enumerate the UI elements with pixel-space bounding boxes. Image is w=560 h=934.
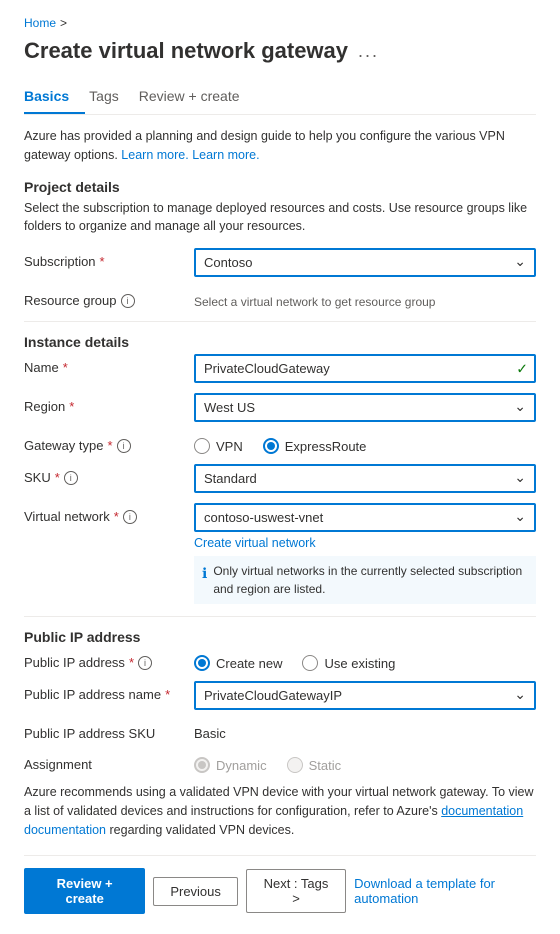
public-ip-name-label: Public IP address name *: [24, 681, 194, 702]
public-ip-name-row: Public IP address name * PrivateCloudGat…: [24, 681, 536, 710]
assignment-dynamic-radio: [194, 757, 210, 773]
disclaimer-link2[interactable]: documentation: [24, 823, 106, 837]
next-button[interactable]: Next : Tags >: [246, 869, 346, 913]
public-ip-required: *: [129, 655, 134, 670]
gateway-type-expressroute-radio[interactable]: [263, 438, 279, 454]
footer-bar: Review + create Previous Next : Tags > D…: [24, 855, 536, 918]
public-ip-sku-control: Basic: [194, 720, 536, 741]
download-template-link[interactable]: Download a template for automation: [354, 876, 536, 906]
project-details-desc: Select the subscription to manage deploy…: [24, 199, 536, 237]
resource-group-label: Resource group i: [24, 287, 194, 308]
tab-tags[interactable]: Tags: [89, 80, 135, 114]
sku-control: Standard: [194, 464, 536, 493]
previous-button[interactable]: Previous: [153, 877, 238, 906]
breadcrumb-home[interactable]: Home: [24, 16, 56, 30]
section-instance-details: Instance details: [24, 334, 536, 350]
vnet-info-icon[interactable]: i: [123, 510, 137, 524]
public-ip-name-control: PrivateCloudGatewayIP: [194, 681, 536, 710]
vnet-control: contoso-uswest-vnet Create virtual netwo…: [194, 503, 536, 604]
name-input[interactable]: [194, 354, 536, 383]
tabs-bar: Basics Tags Review + create: [24, 80, 536, 115]
sku-label: SKU * i: [24, 464, 194, 485]
breadcrumb-separator: >: [60, 16, 67, 30]
learn-more-link[interactable]: Learn more.: [121, 148, 188, 162]
name-valid-icon: ✓: [516, 360, 528, 377]
tab-basics[interactable]: Basics: [24, 80, 85, 114]
disclaimer-link[interactable]: documentation: [441, 804, 523, 818]
divider-2: [24, 616, 536, 617]
ellipsis-button[interactable]: ...: [358, 41, 379, 62]
gateway-type-vpn-radio[interactable]: [194, 438, 210, 454]
assignment-label: Assignment: [24, 751, 194, 772]
gateway-type-control: VPN ExpressRoute: [194, 432, 536, 454]
divider-1: [24, 321, 536, 322]
assignment-static-radio: [287, 757, 303, 773]
vnet-note: ℹ Only virtual networks in the currently…: [194, 556, 536, 604]
public-ip-create-new-option[interactable]: Create new: [194, 655, 282, 671]
public-ip-create-new-radio[interactable]: [194, 655, 210, 671]
disclaimer: Azure recommends using a validated VPN d…: [24, 783, 536, 839]
public-ip-radio-group: Create new Use existing: [194, 649, 536, 671]
section-project-details: Project details: [24, 179, 536, 195]
gateway-type-radio-group: VPN ExpressRoute: [194, 432, 536, 454]
resource-group-helper: Select a virtual network to get resource…: [194, 289, 536, 309]
public-ip-use-existing-option[interactable]: Use existing: [302, 655, 395, 671]
name-label: Name *: [24, 354, 194, 375]
public-ip-name-select[interactable]: PrivateCloudGatewayIP: [194, 681, 536, 710]
assignment-static-option: Static: [287, 757, 342, 773]
public-ip-sku-value: Basic: [194, 720, 536, 741]
gateway-type-label: Gateway type * i: [24, 432, 194, 453]
tab-review-create[interactable]: Review + create: [139, 80, 256, 114]
section-public-ip: Public IP address: [24, 629, 536, 645]
assignment-dynamic-option: Dynamic: [194, 757, 267, 773]
gateway-type-required: *: [108, 438, 113, 453]
public-ip-row: Public IP address * i Create new Use exi…: [24, 649, 536, 671]
page-title: Create virtual network gateway: [24, 38, 348, 64]
gateway-type-info-icon[interactable]: i: [117, 439, 131, 453]
gateway-type-vpn-option[interactable]: VPN: [194, 438, 243, 454]
subscription-row: Subscription * Contoso: [24, 248, 536, 277]
region-row: Region * West US: [24, 393, 536, 422]
sku-info-icon[interactable]: i: [64, 471, 78, 485]
review-create-button[interactable]: Review + create: [24, 868, 145, 914]
region-select[interactable]: West US: [194, 393, 536, 422]
vnet-required: *: [114, 509, 119, 524]
region-control: West US: [194, 393, 536, 422]
vnet-label: Virtual network * i: [24, 503, 194, 524]
resource-group-control: Select a virtual network to get resource…: [194, 287, 536, 309]
public-ip-control: Create new Use existing: [194, 649, 536, 671]
gateway-type-expressroute-option[interactable]: ExpressRoute: [263, 438, 367, 454]
assignment-control: Dynamic Static: [194, 751, 536, 773]
resource-group-row: Resource group i Select a virtual networ…: [24, 287, 536, 309]
create-vnet-link[interactable]: Create virtual network: [194, 536, 536, 550]
public-ip-sku-label: Public IP address SKU: [24, 720, 194, 741]
breadcrumb: Home >: [24, 16, 536, 30]
public-ip-label: Public IP address * i: [24, 649, 194, 670]
info-banner: Azure has provided a planning and design…: [24, 127, 536, 165]
region-required: *: [69, 399, 74, 414]
public-ip-use-existing-radio[interactable]: [302, 655, 318, 671]
subscription-label: Subscription *: [24, 248, 194, 269]
name-control: ✓: [194, 354, 536, 383]
gateway-type-row: Gateway type * i VPN ExpressRoute: [24, 432, 536, 454]
vnet-note-icon: ℹ: [202, 563, 207, 584]
public-ip-name-required: *: [165, 687, 170, 702]
assignment-row: Assignment Dynamic Static: [24, 751, 536, 773]
assignment-radio-group: Dynamic Static: [194, 751, 536, 773]
sku-select[interactable]: Standard: [194, 464, 536, 493]
public-ip-sku-row: Public IP address SKU Basic: [24, 720, 536, 741]
subscription-control: Contoso: [194, 248, 536, 277]
vnet-row: Virtual network * i contoso-uswest-vnet …: [24, 503, 536, 604]
name-row: Name * ✓: [24, 354, 536, 383]
public-ip-info-icon[interactable]: i: [138, 656, 152, 670]
learn-more-link2[interactable]: Learn more.: [192, 148, 259, 162]
sku-row: SKU * i Standard: [24, 464, 536, 493]
sku-required: *: [55, 470, 60, 485]
region-label: Region *: [24, 393, 194, 414]
vnet-select[interactable]: contoso-uswest-vnet: [194, 503, 536, 532]
name-required: *: [63, 360, 68, 375]
resource-group-info-icon[interactable]: i: [121, 294, 135, 308]
subscription-required: *: [100, 254, 105, 269]
subscription-select[interactable]: Contoso: [194, 248, 536, 277]
